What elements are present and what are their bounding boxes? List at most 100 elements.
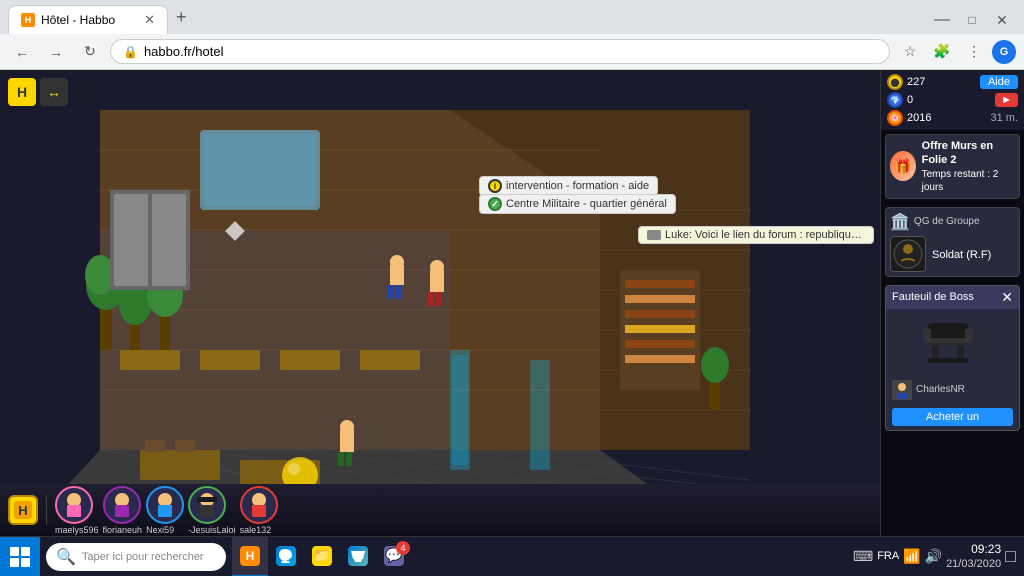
maximize-btn[interactable]: □ xyxy=(958,6,986,34)
top-left-controls: H ↔ xyxy=(8,78,68,106)
blue-coin-icon: 💎 xyxy=(887,92,903,108)
store-icon xyxy=(348,546,368,566)
furniture-panel: Fauteuil de Boss ✕ xyxy=(885,285,1020,431)
group-title: QG de Groupe xyxy=(914,216,980,227)
promo-banner[interactable]: 🎁 Offre Murs en Folie 2 Temps restant : … xyxy=(885,134,1020,199)
taskbar-files[interactable]: 📁 xyxy=(304,537,340,576)
search-icon: 🔍 xyxy=(56,547,76,567)
furniture-image-container xyxy=(886,309,1019,376)
gold-coin-icon: ⬤ xyxy=(887,74,903,90)
profile-icon[interactable]: G xyxy=(992,40,1016,64)
room-label-1-icon: i xyxy=(488,179,502,193)
promo-text: Offre Murs en Folie 2 Temps restant : 2 … xyxy=(922,139,1015,194)
close-btn[interactable]: ✕ xyxy=(988,6,1016,34)
group-header: 🏛️ QG de Groupe xyxy=(890,212,1015,232)
toolbar-avatar-2[interactable]: florianeuh xyxy=(103,486,143,535)
avatar-frame-2 xyxy=(103,486,141,524)
in-room-chat-bubble: Luke: Voici le lien du forum : republiqu… xyxy=(638,226,874,244)
room-label-2[interactable]: ✓ Centre Militaire - quartier général xyxy=(479,194,676,214)
tab-close-btn[interactable]: ✕ xyxy=(144,12,155,28)
taskbar-chat-app[interactable]: 💬 4 xyxy=(376,537,412,576)
toolbar-avatar-3[interactable]: Nexi59 xyxy=(146,486,184,535)
furniture-title: Fauteuil de Boss xyxy=(892,291,974,303)
taskbar-items: H 📁 💬 xyxy=(232,537,845,576)
url-bar[interactable]: 🔒 habbo.fr/hotel xyxy=(110,39,890,64)
back-button[interactable]: ← xyxy=(8,38,36,66)
toolbar-avatar-4[interactable]: -JesuisLaloi xyxy=(188,486,236,535)
habbo-menu-btn[interactable]: H xyxy=(8,78,36,106)
search-bar[interactable]: 🔍 Taper ici pour rechercher xyxy=(46,543,226,571)
owner-name: CharlesNR xyxy=(916,384,965,395)
furniture-image xyxy=(918,315,988,370)
extension-icon[interactable]: 🧩 xyxy=(928,38,956,66)
avatar-frame-4 xyxy=(188,486,226,524)
avatar-name-1: maelys596 xyxy=(55,525,99,535)
toolbar-avatar-1[interactable]: maelys596 xyxy=(55,486,99,535)
red-button[interactable]: ► xyxy=(995,93,1018,107)
windows-taskbar: 🔍 Taper ici pour rechercher H 📁 xyxy=(0,536,1024,576)
win-quad-3 xyxy=(10,558,19,567)
fullscreen-btn[interactable]: ↔ xyxy=(40,78,68,106)
habbo-toolbar: H maelys596 xyxy=(0,484,880,536)
new-tab-btn[interactable]: + xyxy=(168,1,195,34)
furniture-close-btn[interactable]: ✕ xyxy=(1001,289,1013,306)
chat-bubble-text: Luke: Voici le lien du forum : republiqu… xyxy=(665,229,865,241)
search-placeholder: Taper ici pour rechercher xyxy=(82,551,204,563)
win-quad-2 xyxy=(21,547,30,556)
lock-icon: 🔒 xyxy=(123,45,138,59)
timer-text: 31 m. xyxy=(990,112,1018,124)
currency-bar: ⬤ 227 Aide 💎 0 ► 🌸 2016 31 m. xyxy=(881,70,1024,130)
svg-text:H: H xyxy=(18,503,27,518)
more-options-icon[interactable]: ⋮ xyxy=(960,38,988,66)
notification-icon[interactable]: □ xyxy=(1005,546,1016,567)
currency-row-2: 💎 0 ► xyxy=(887,92,1018,108)
group-panel[interactable]: 🏛️ QG de Groupe Soldat (R.F) xyxy=(885,207,1020,277)
taskbar-store[interactable] xyxy=(340,537,376,576)
room-label-1[interactable]: i intervention - formation - aide xyxy=(479,176,658,196)
owner-avatar xyxy=(892,380,912,400)
aide-button[interactable]: Aide xyxy=(980,75,1018,89)
avatar-name-5: sale132 xyxy=(240,525,278,535)
group-info: Soldat (R.F) xyxy=(890,236,1015,272)
buy-button[interactable]: Acheter un xyxy=(892,408,1013,426)
edge-icon xyxy=(276,546,296,566)
star-icon[interactable]: ☆ xyxy=(896,38,924,66)
avatar-frame-3 xyxy=(146,486,184,524)
promo-icon: 🎁 xyxy=(890,151,916,181)
season-value: 2016 xyxy=(907,112,931,124)
win-quad-4 xyxy=(21,558,30,567)
season-coin-icon: 🌸 xyxy=(887,110,903,126)
clock[interactable]: 09:23 21/03/2020 xyxy=(946,542,1001,572)
files-icon: 📁 xyxy=(312,546,332,566)
avatar-frame-1 xyxy=(55,486,93,524)
refresh-button[interactable]: ↻ xyxy=(76,38,104,66)
habbo-home-btn[interactable]: H xyxy=(8,495,38,525)
group-member: Soldat (R.F) xyxy=(932,249,991,261)
taskbar-habbo[interactable]: H xyxy=(232,537,268,576)
chat-bubble-icon xyxy=(647,230,661,240)
blue-value: 0 xyxy=(907,94,913,106)
chat-badge: 4 xyxy=(396,541,410,555)
habbo-app-icon: H xyxy=(240,546,260,566)
room-label-1-text: intervention - formation - aide xyxy=(506,180,649,192)
currency-row-3: 🌸 2016 31 m. xyxy=(887,110,1018,126)
avatar-name-3: Nexi59 xyxy=(146,525,184,535)
clock-date: 21/03/2020 xyxy=(946,557,1001,571)
system-tray: ⌨ FRA 📶 🔊 09:23 21/03/2020 □ xyxy=(845,542,1024,572)
forward-button[interactable]: → xyxy=(42,38,70,66)
avatar-frame-5 xyxy=(240,486,278,524)
room-label-2-text: Centre Militaire - quartier général xyxy=(506,198,667,210)
browser-toolbar: ☆ 🧩 ⋮ G xyxy=(896,38,1016,66)
currency-row-1: ⬤ 227 Aide xyxy=(887,74,1018,90)
language-indicator[interactable]: FRA xyxy=(877,550,899,562)
taskbar-edge[interactable] xyxy=(268,537,304,576)
toolbar-avatar-5[interactable]: sale132 xyxy=(240,486,278,535)
minimize-btn[interactable]: — xyxy=(928,6,956,34)
keyboard-icon[interactable]: ⌨ xyxy=(853,548,873,565)
start-button[interactable] xyxy=(0,537,40,576)
address-bar: ← → ↻ 🔒 habbo.fr/hotel ☆ 🧩 ⋮ G xyxy=(0,34,1024,70)
network-icon[interactable]: 📶 xyxy=(903,548,920,565)
active-tab[interactable]: H Hôtel - Habbo ✕ xyxy=(8,5,168,34)
separator-1 xyxy=(46,495,47,525)
volume-icon[interactable]: 🔊 xyxy=(925,548,942,565)
